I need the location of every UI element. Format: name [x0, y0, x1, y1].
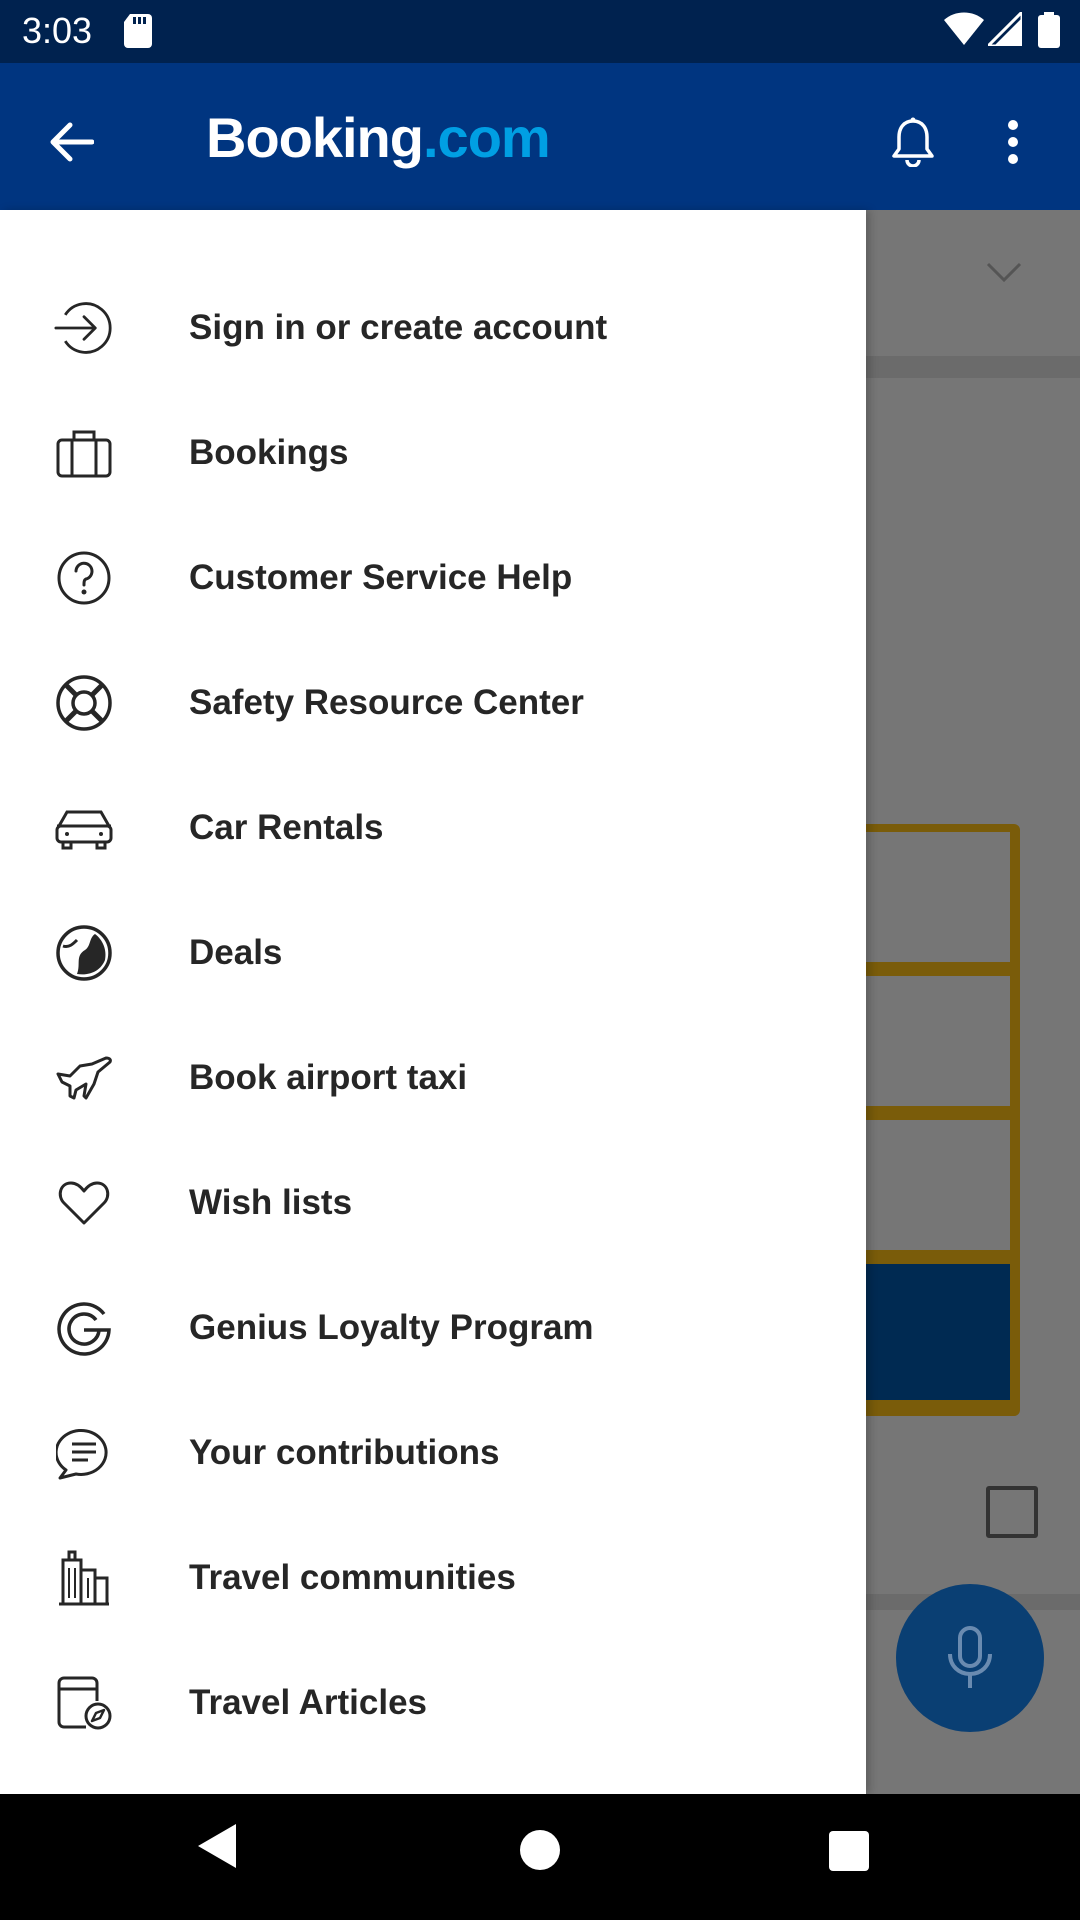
- menu-item-label: Wish lists: [189, 1182, 353, 1222]
- signal-icon: [988, 12, 1022, 46]
- menu-item-contributions[interactable]: Your contributions: [0, 1390, 866, 1515]
- navigation-drawer: Sign in or create account Bookings Custo…: [0, 210, 866, 1794]
- background-checkbox: [986, 1486, 1038, 1538]
- menu-item-bookings[interactable]: Bookings: [0, 390, 866, 515]
- menu-item-label: Car Rentals: [189, 807, 384, 847]
- more-vertical-icon: [1007, 119, 1019, 165]
- help-circle-icon: [54, 548, 114, 608]
- nav-home-icon[interactable]: [518, 1828, 562, 1872]
- booking-logo: Booking.com: [206, 105, 551, 170]
- nav-recents-icon[interactable]: [828, 1830, 870, 1872]
- menu-item-car-rentals[interactable]: Car Rentals: [0, 765, 866, 890]
- sign-in-icon: [54, 298, 114, 358]
- chevron-down-icon: [986, 262, 1022, 284]
- menu-item-label: Travel communities: [189, 1557, 516, 1597]
- app-bar: Booking.com: [0, 63, 1080, 210]
- status-bar: 3:03: [0, 0, 1080, 63]
- arrow-left-icon: [48, 122, 94, 162]
- status-time: 3:03: [22, 10, 93, 51]
- background-divider: [866, 356, 1080, 378]
- notifications-button[interactable]: [872, 101, 954, 183]
- wifi-icon: [944, 12, 984, 46]
- menu-item-sign-in[interactable]: Sign in or create account: [0, 265, 866, 390]
- genius-icon: [54, 1298, 114, 1358]
- menu-item-label: Sign in or create account: [189, 307, 608, 347]
- background-field: [866, 832, 1010, 962]
- menu-item-label: Travel Articles: [189, 1682, 428, 1722]
- menu-item-label: Your contributions: [189, 1432, 500, 1472]
- airplane-icon: [54, 1048, 114, 1108]
- more-options-button[interactable]: [982, 101, 1044, 183]
- nav-back-icon[interactable]: [196, 1822, 238, 1892]
- background-field: [866, 1120, 1010, 1250]
- menu-item-label: Genius Loyalty Program: [189, 1307, 594, 1347]
- background-search-form: [866, 824, 1020, 1416]
- sd-card-icon: [124, 14, 152, 48]
- briefcase-icon: [54, 423, 114, 483]
- lifebuoy-icon: [54, 673, 114, 733]
- menu-item-travel-communities[interactable]: Travel communities: [0, 1515, 866, 1640]
- voice-search-button[interactable]: [896, 1584, 1044, 1732]
- system-nav-bar: [0, 1794, 1080, 1920]
- menu-item-label: Safety Resource Center: [189, 682, 584, 722]
- articles-icon: [54, 1673, 114, 1733]
- menu-item-wish-lists[interactable]: Wish lists: [0, 1140, 866, 1265]
- background-scrim[interactable]: [866, 210, 1080, 1794]
- heart-icon: [54, 1173, 114, 1233]
- menu-item-customer-service[interactable]: Customer Service Help: [0, 515, 866, 640]
- menu-item-label: Bookings: [189, 432, 349, 472]
- deals-globe-icon: [54, 923, 114, 983]
- menu-item-deals[interactable]: Deals: [0, 890, 866, 1015]
- logo-suffix-text: .com: [422, 106, 551, 169]
- back-button[interactable]: [30, 101, 112, 183]
- background-field: [866, 976, 1010, 1106]
- background-search-button: [866, 1264, 1010, 1400]
- car-icon: [54, 798, 114, 858]
- city-buildings-icon: [54, 1548, 114, 1608]
- battery-icon: [1038, 12, 1060, 48]
- menu-item-safety[interactable]: Safety Resource Center: [0, 640, 866, 765]
- menu-item-label: Customer Service Help: [189, 557, 573, 597]
- microphone-icon: [946, 1626, 994, 1690]
- bell-icon: [891, 117, 935, 167]
- chat-bubble-icon: [54, 1423, 114, 1483]
- menu-item-label: Book airport taxi: [189, 1057, 468, 1097]
- menu-item-genius[interactable]: Genius Loyalty Program: [0, 1265, 866, 1390]
- menu-item-airport-taxi[interactable]: Book airport taxi: [0, 1015, 866, 1140]
- menu-item-travel-articles[interactable]: Travel Articles: [0, 1640, 866, 1765]
- menu-item-label: Deals: [189, 932, 283, 972]
- logo-main-text: Booking: [206, 106, 424, 169]
